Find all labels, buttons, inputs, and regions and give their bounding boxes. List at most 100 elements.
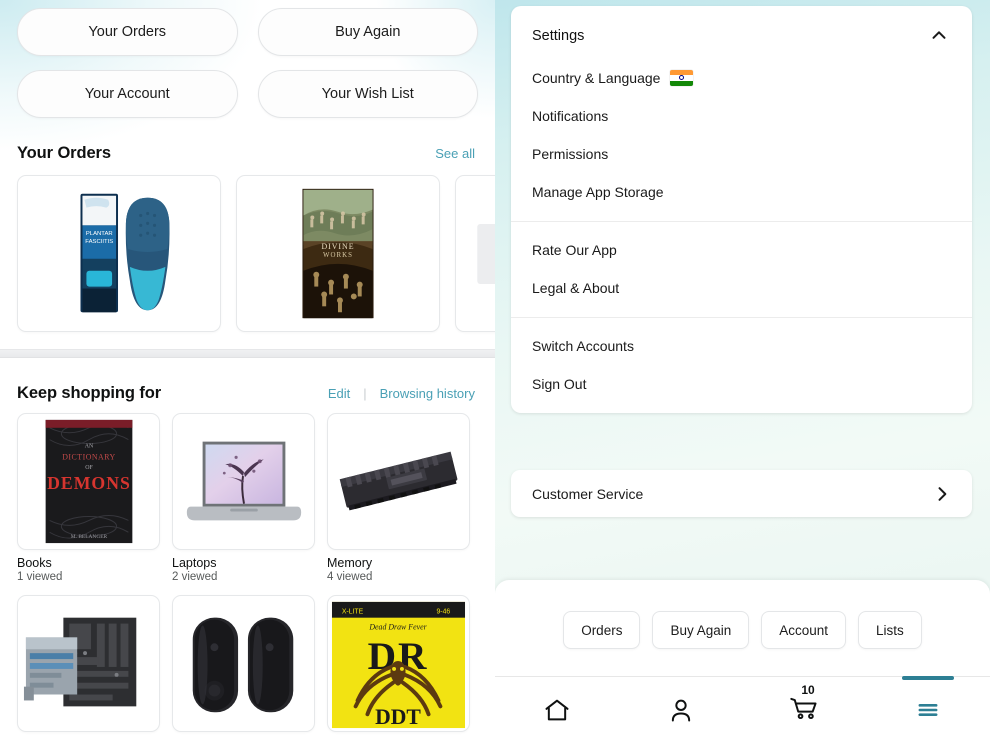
account-icon <box>671 699 690 721</box>
book-demons-icon: AN DICTIONARY OF DEMONS M. BELANGER <box>45 419 133 544</box>
settings-item-permissions[interactable]: Permissions <box>511 135 972 173</box>
settings-item-rate-our-app[interactable]: Rate Our App <box>511 231 972 269</box>
keep-shopping-title: Keep shopping for <box>17 384 162 402</box>
chevron-up-icon[interactable] <box>928 25 950 47</box>
customer-service-label: Customer Service <box>532 485 644 502</box>
svg-text:DDT: DDT <box>375 705 421 729</box>
orders-card-row: PLANTAR FASCIITIS DIVINE WORKS <box>0 163 495 332</box>
svg-text:PLANTAR: PLANTAR <box>86 231 113 237</box>
svg-text:DEMONS: DEMONS <box>47 473 131 493</box>
settings-card: Settings Country & Language Notification… <box>511 6 972 413</box>
keep-shopping-item-motherboard[interactable] <box>17 595 160 739</box>
section-divider <box>0 349 495 358</box>
left-panel-account-home: Your Orders Buy Again Your Account Your … <box>0 0 495 742</box>
keep-shopping-thumb[interactable]: X-LITE 9-46 Dead Draw Fever DR DDT <box>327 595 470 732</box>
quick-pill-label: Lists <box>876 622 904 638</box>
browsing-history-link[interactable]: Browsing history <box>380 386 475 401</box>
see-all-link[interactable]: See all <box>435 146 475 161</box>
chevron-right-icon <box>938 486 947 501</box>
shoe-insoles-icon: PLANTAR FASCIITIS <box>80 193 170 313</box>
keep-shopping-thumb[interactable] <box>172 595 315 732</box>
keep-shopping-item-books[interactable]: AN DICTIONARY OF DEMONS M. BELANGER Book… <box>17 413 160 583</box>
quick-link-label: Your Wish List <box>321 86 414 102</box>
keep-shopping-links: Edit | Browsing history <box>328 386 475 401</box>
settings-item-sign-out[interactable]: Sign Out <box>511 365 972 403</box>
motherboard-icon <box>23 617 137 707</box>
tab-home[interactable] <box>495 677 619 742</box>
quick-pill-orders[interactable]: Orders <box>563 611 641 649</box>
keep-shopping-viewed: 4 viewed <box>327 571 373 583</box>
laptop-icon <box>186 441 302 521</box>
quick-link-your-account[interactable]: Your Account <box>17 70 238 118</box>
quick-link-buy-again[interactable]: Buy Again <box>257 8 478 56</box>
quick-links-grid: Your Orders Buy Again Your Account Your … <box>0 0 495 118</box>
edit-link[interactable]: Edit <box>328 386 350 401</box>
settings-item-country-language[interactable]: Country & Language <box>511 59 972 97</box>
keep-shopping-viewed: 2 viewed <box>172 571 218 583</box>
settings-item-switch-accounts[interactable]: Switch Accounts <box>511 327 972 365</box>
keep-shopping-thumb[interactable] <box>17 595 160 732</box>
svg-text:OF: OF <box>85 465 93 471</box>
guitar-strings-icon: X-LITE 9-46 Dead Draw Fever DR DDT <box>331 601 466 729</box>
your-orders-title: Your Orders <box>17 144 111 162</box>
quick-link-label: Buy Again <box>335 24 401 40</box>
keep-shopping-thumb[interactable]: AN DICTIONARY OF DEMONS M. BELANGER <box>17 413 160 550</box>
speakers-icon <box>192 617 294 713</box>
quick-link-your-orders[interactable]: Your Orders <box>17 8 238 56</box>
settings-item-manage-app-storage[interactable]: Manage App Storage <box>511 173 972 211</box>
quick-link-your-wish-list[interactable]: Your Wish List <box>257 70 478 118</box>
settings-group-divider <box>511 221 972 222</box>
keep-shopping-grid: AN DICTIONARY OF DEMONS M. BELANGER Book… <box>0 403 495 739</box>
order-card-book[interactable]: DIVINE WORKS <box>236 175 440 332</box>
keep-shopping-label: Books <box>17 556 52 570</box>
bottom-sheet: Orders Buy Again Account Lists 10 <box>495 580 990 742</box>
settings-item-label: Permissions <box>532 146 609 162</box>
svg-text:FASCIITIS: FASCIITIS <box>85 239 113 245</box>
quick-pill-label: Orders <box>581 622 623 638</box>
order-card-partial[interactable] <box>455 175 495 332</box>
settings-item-notifications[interactable]: Notifications <box>511 97 972 135</box>
settings-item-label: Sign Out <box>532 376 587 392</box>
keep-shopping-label: Laptops <box>172 556 217 570</box>
menu-icon <box>918 703 938 716</box>
keep-shopping-item-memory[interactable]: Memory 4 viewed <box>327 413 470 583</box>
keep-shopping-thumb[interactable] <box>172 413 315 550</box>
settings-title: Settings <box>532 28 585 44</box>
svg-text:9-46: 9-46 <box>436 609 450 616</box>
keep-shopping-item-speakers[interactable] <box>172 595 315 739</box>
settings-item-label: Country & Language <box>532 70 661 86</box>
link-separator: | <box>363 386 367 401</box>
quick-pill-label: Buy Again <box>670 622 732 638</box>
keep-shopping-viewed: 1 viewed <box>17 571 63 583</box>
customer-service-card[interactable]: Customer Service <box>511 470 972 517</box>
cart-wrapper: 10 <box>789 683 819 726</box>
tab-cart[interactable]: 10 <box>743 677 867 742</box>
settings-group-divider <box>511 317 972 318</box>
keep-shopping-item-guitar-strings[interactable]: X-LITE 9-46 Dead Draw Fever DR DDT <box>327 595 470 739</box>
quick-pill-account[interactable]: Account <box>761 611 847 649</box>
keep-shopping-item-laptops[interactable]: Laptops 2 viewed <box>172 413 315 583</box>
settings-header[interactable]: Settings <box>511 8 972 59</box>
keep-shopping-section-header: Keep shopping for Edit | Browsing histor… <box>0 358 495 403</box>
settings-item-legal-about[interactable]: Legal & About <box>511 269 972 307</box>
svg-text:DICTIONARY: DICTIONARY <box>62 452 116 461</box>
partial-product-icon <box>477 224 495 284</box>
tab-account[interactable] <box>619 677 743 742</box>
cart-icon <box>790 697 817 720</box>
quick-pill-row: Orders Buy Again Account Lists <box>495 580 990 649</box>
settings-item-label: Switch Accounts <box>532 338 634 354</box>
svg-text:X-LITE: X-LITE <box>342 609 364 616</box>
keep-shopping-label: Memory <box>327 556 373 570</box>
home-icon <box>545 699 569 720</box>
settings-item-label: Notifications <box>532 108 609 124</box>
quick-link-label: Your Orders <box>88 24 167 40</box>
quick-pill-buy-again[interactable]: Buy Again <box>652 611 750 649</box>
screenshot-root: Your Orders Buy Again Your Account Your … <box>0 0 990 742</box>
quick-pill-lists[interactable]: Lists <box>858 611 922 649</box>
order-card-insoles[interactable]: PLANTAR FASCIITIS <box>17 175 221 332</box>
keep-shopping-thumb[interactable] <box>327 413 470 550</box>
tab-menu[interactable] <box>866 677 990 742</box>
quick-pill-label: Account <box>779 622 829 638</box>
svg-text:Dead Draw Fever: Dead Draw Fever <box>368 623 427 632</box>
settings-item-label: Legal & About <box>532 280 620 296</box>
